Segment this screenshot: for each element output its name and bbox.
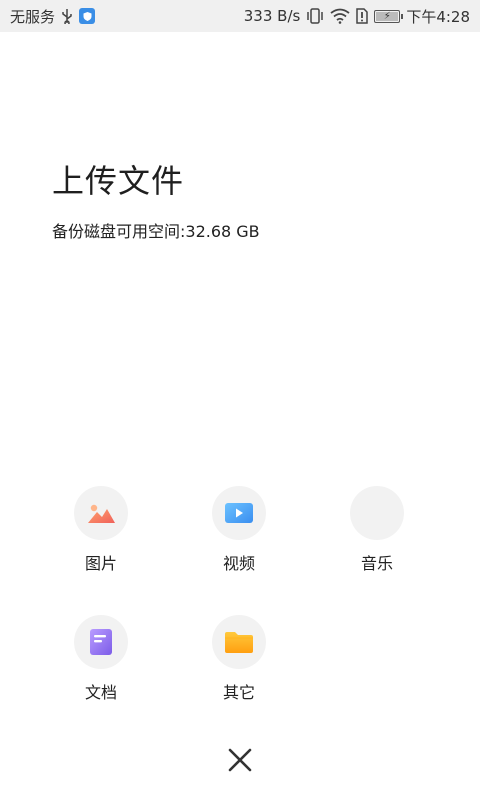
close-icon [228, 748, 252, 772]
status-bar-left: 无服务 [10, 6, 96, 27]
upload-music-button[interactable]: 音乐 [317, 486, 437, 574]
status-time: 下午4:28 [406, 7, 470, 26]
shield-icon [79, 8, 96, 24]
upload-document-button[interactable]: 文档 [41, 615, 161, 703]
usb-icon [61, 8, 73, 24]
upload-video-label: 视频 [222, 554, 255, 573]
document-icon-circle [74, 615, 128, 669]
upload-picture-label: 图片 [84, 554, 117, 573]
sim-alert-icon [356, 8, 369, 24]
upload-other-button[interactable]: 其它 [179, 615, 299, 703]
status-bar: 无服务 333 B/s ⚡ 下午4:28 [0, 0, 480, 32]
folder-icon [225, 632, 253, 653]
upload-document-label: 文档 [84, 683, 117, 702]
page-title: 上传文件 [52, 162, 185, 200]
network-speed: 333 B/s [243, 7, 301, 25]
close-button[interactable] [220, 740, 260, 780]
picture-icon [88, 504, 115, 523]
video-icon [225, 503, 253, 523]
folder-icon-circle [212, 615, 266, 669]
document-icon [90, 629, 112, 655]
upload-video-button[interactable]: 视频 [179, 486, 299, 574]
video-icon-circle [212, 486, 266, 540]
carrier-text: 无服务 [10, 7, 56, 26]
vibrate-icon [306, 8, 324, 24]
music-icon-circle [350, 486, 404, 540]
upload-picture-button[interactable]: 图片 [41, 486, 161, 574]
upload-music-label: 音乐 [360, 554, 393, 573]
battery-icon: ⚡ [374, 9, 404, 23]
upload-other-label: 其它 [222, 683, 255, 702]
status-bar-right: 333 B/s ⚡ 下午4:28 [244, 6, 470, 27]
storage-available-text: 备份磁盘可用空间:32.68 GB [52, 222, 260, 241]
wifi-icon [330, 8, 350, 24]
picture-icon-circle [74, 486, 128, 540]
music-icon [363, 500, 392, 526]
